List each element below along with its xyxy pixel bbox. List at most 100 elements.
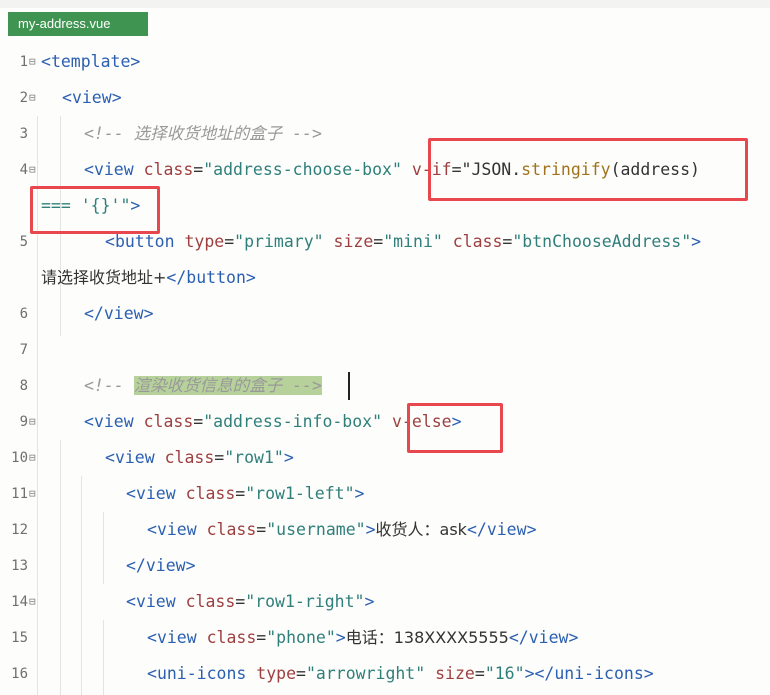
code-token: template — [50, 52, 131, 71]
code-token: "btnChooseAddress" — [512, 232, 692, 251]
code-token: = — [373, 232, 384, 251]
code-line: 10 ⊟ <view class="row1"> — [0, 440, 770, 476]
fold-toggle-icon[interactable]: ⊟ — [29, 80, 36, 116]
code-token: = — [193, 412, 204, 431]
fold-toggle-icon[interactable]: ⊟ — [29, 440, 36, 476]
code-token: = — [502, 232, 513, 251]
selected-comment: 渲染收货信息的盒子 --> — [133, 376, 322, 395]
line-number: 13 — [11, 558, 28, 574]
code-token: = — [214, 448, 225, 467]
fold-toggle-icon[interactable]: ⊟ — [29, 44, 36, 80]
line-number: 16 — [11, 666, 28, 682]
fold-toggle-icon[interactable]: ⊟ — [29, 404, 36, 440]
code-token: "mini" — [383, 232, 443, 251]
code-token: view — [156, 520, 197, 539]
code-token: view — [71, 88, 112, 107]
code-token: < — [147, 664, 157, 683]
code-token: > — [143, 304, 154, 323]
code-token: > — [245, 268, 256, 287]
line-number: 6 — [19, 306, 28, 322]
code-line: 9 ⊟ <view class="address-info-box" v-els… — [0, 404, 770, 440]
code-token: "primary" — [234, 232, 324, 251]
code-line: 13 </view> — [0, 548, 770, 584]
code-token: "address-info-box" — [203, 412, 383, 431]
code-token: = — [296, 664, 306, 683]
line-number: 14 — [11, 594, 28, 610]
line-number: 1 — [19, 54, 28, 70]
code-token: = — [256, 628, 267, 647]
code-token: class — [206, 520, 257, 539]
code-token: view — [114, 448, 155, 467]
code-token: uni-icons — [554, 664, 644, 683]
code-token: < — [147, 628, 157, 647]
code-token: </ — [126, 556, 146, 575]
code-token: > — [111, 88, 122, 107]
code-line: 2 ⊟ <view> — [0, 80, 770, 116]
code-line: 8 <!-- 渲染收货信息的盒子 --> — [0, 368, 770, 404]
code-token: </ — [166, 268, 187, 287]
line-number: 7 — [19, 342, 28, 358]
code-line: 14 ⊟ <view class="row1-right"> — [0, 584, 770, 620]
line-number: 11 — [11, 486, 28, 502]
annotation-box-condition-end — [30, 186, 160, 234]
code-token: = — [235, 484, 246, 503]
code-token: > — [185, 556, 196, 575]
code-token: </ — [466, 520, 487, 539]
code-token: > — [335, 628, 346, 647]
code-comment: <!-- — [84, 376, 134, 395]
code-token: "arrowright" — [305, 664, 426, 683]
code-token: type — [184, 232, 225, 251]
file-tab[interactable]: my-address.vue — [8, 12, 148, 36]
line-number: 8 — [19, 378, 28, 394]
line-number: 15 — [11, 630, 28, 646]
code-token: = — [256, 520, 267, 539]
code-token: view — [145, 556, 186, 575]
code-token: button — [114, 232, 175, 251]
code-token: size — [333, 232, 374, 251]
code-token: > — [526, 520, 537, 539]
fold-toggle-icon[interactable]: ⊟ — [29, 476, 36, 512]
code-token: view — [103, 304, 144, 323]
text-cursor — [348, 372, 350, 400]
fold-toggle-icon[interactable]: ⊟ — [29, 584, 36, 620]
code-token: < — [62, 88, 72, 107]
code-token: class — [164, 448, 215, 467]
code-token: > — [354, 484, 365, 503]
code-token: "username" — [266, 520, 366, 539]
code-line: 1 ⊟ <template> — [0, 44, 770, 80]
code-line-wrap: 请选择收货地址+</button> — [0, 260, 770, 296]
code-token: uni-icons — [156, 664, 247, 683]
code-token: < — [126, 592, 136, 611]
code-token: 请选择收货地址+ — [41, 268, 167, 287]
code-token: = — [235, 592, 246, 611]
code-token: < — [84, 412, 94, 431]
code-token: ></ — [524, 664, 555, 683]
code-token: class — [185, 592, 236, 611]
code-token: size — [435, 664, 475, 683]
code-token: </ — [508, 628, 529, 647]
code-token: > — [568, 628, 579, 647]
code-token: view — [156, 628, 197, 647]
code-line: 15 <view class="phone">电话：138XXXX5555</v… — [0, 620, 770, 656]
code-comment: <!-- 选择收货地址的盒子 --> — [84, 124, 322, 143]
code-token: 收货人：ask — [375, 520, 467, 539]
code-token: > — [365, 520, 376, 539]
code-token: = — [193, 160, 204, 179]
code-token: "phone" — [266, 628, 336, 647]
code-token: button — [186, 268, 246, 287]
code-token: view — [135, 592, 176, 611]
code-token: view — [528, 628, 569, 647]
code-line: 11 ⊟ <view class="row1-left"> — [0, 476, 770, 512]
code-line: 12 <view class="username">收货人：ask</view> — [0, 512, 770, 548]
line-number: 5 — [19, 234, 28, 250]
code-line: 7 — [0, 332, 770, 368]
line-number: 10 — [11, 450, 28, 466]
fold-toggle-icon[interactable]: ⊟ — [29, 152, 36, 188]
annotation-box-v-else — [407, 403, 503, 453]
code-token: > — [691, 232, 702, 251]
code-line: 16 <uni-icons type="arrowright" size="16… — [0, 656, 770, 692]
code-token: class — [143, 412, 194, 431]
code-token: class — [185, 484, 236, 503]
line-number: 3 — [19, 126, 28, 142]
code-token: "address-choose-box" — [203, 160, 402, 179]
